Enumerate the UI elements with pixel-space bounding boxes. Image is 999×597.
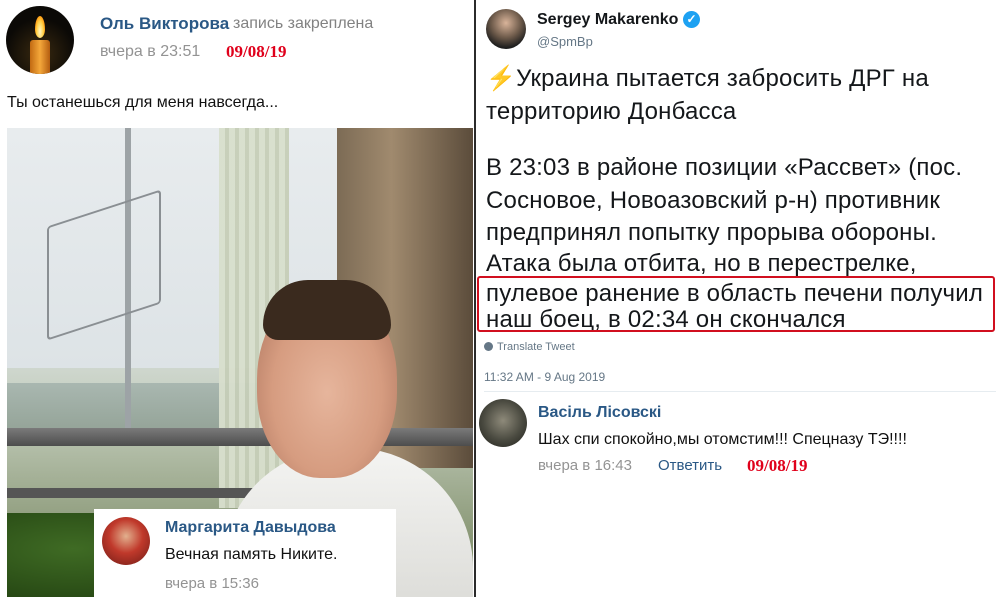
right-comment-author-name[interactable]: Васіль Лісовскі (538, 404, 661, 422)
tweet-author-avatar[interactable] (486, 9, 526, 49)
highlight-box (477, 276, 995, 332)
comment-author-name[interactable]: Маргарита Давыдова (165, 519, 336, 537)
tweet-author-handle[interactable]: @SpmBp (537, 34, 593, 49)
tweet-text-line-6: Атака была отбита, но в перестрелке, (486, 250, 917, 277)
comment-avatar[interactable] (102, 517, 150, 565)
tweet-text-line: ⚡Украина пытается забросить ДРГ на (486, 64, 929, 93)
globe-icon (484, 342, 493, 351)
tweet-separator (484, 391, 996, 392)
right-comment-avatar[interactable] (479, 399, 527, 447)
candle-avatar[interactable] (6, 6, 74, 74)
right-comment-time[interactable]: вчера в 16:43 (538, 457, 632, 474)
post-time[interactable]: вчера в 23:51 (100, 43, 200, 61)
translate-tweet-label: Translate Tweet (497, 341, 575, 353)
comment-time[interactable]: вчера в 15:36 (165, 575, 259, 592)
tweet-text-line-2: территорию Донбасса (486, 98, 737, 125)
tweet-text-line-4: Сосновое, Новоазовский р-н) противник (486, 187, 941, 214)
candle-flame-icon (35, 16, 45, 38)
post-text: Ты останешься для меня навсегда... (7, 94, 279, 111)
post-date-annotation: 09/08/19 (226, 42, 287, 61)
post-author-name[interactable]: Оль Викторова (100, 14, 229, 34)
pinned-note: запись закреплена (233, 15, 374, 32)
photo-railing (7, 428, 473, 446)
right-comment-date-annotation: 09/08/19 (747, 456, 808, 475)
photo-person-hair (263, 280, 391, 340)
candle-wax (30, 40, 50, 74)
tweet-text-line-5: предпринял попытку прорыва обороны. (486, 219, 937, 246)
lightning-bolt-icon: ⚡ (486, 65, 517, 92)
reply-link[interactable]: Ответить (658, 457, 722, 474)
tweet-author-name[interactable]: Sergey Makarenko (537, 11, 678, 29)
tweet-text-line-3: В 23:03 в районе позиции «Рассвет» (пос. (486, 154, 963, 181)
comment-text: Вечная память Никите. (165, 546, 338, 563)
verified-badge-icon: ✓ (683, 11, 700, 28)
right-comment-text: Шах спи спокойно,мы отомстим!!! Спецназу… (538, 431, 907, 448)
photo-railing-lower (7, 488, 267, 498)
tweet-timestamp[interactable]: 11:32 AM - 9 Aug 2019 (484, 370, 605, 384)
translate-tweet-link[interactable]: Translate Tweet (484, 341, 575, 353)
tweet-text-line-1: Украина пытается забросить ДРГ на (516, 65, 929, 92)
